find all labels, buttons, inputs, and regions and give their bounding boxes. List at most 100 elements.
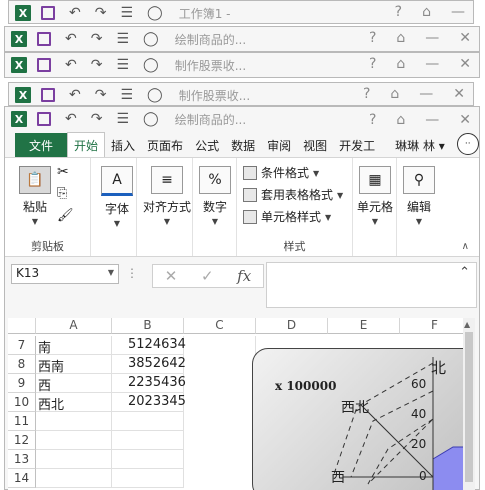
minimize-icon[interactable]: —	[451, 4, 465, 20]
cell-b13[interactable]	[112, 450, 184, 469]
row-header[interactable]: 8	[8, 355, 36, 374]
row-header[interactable]: 9	[8, 374, 36, 393]
conditional-format-button[interactable]: 条件格式 ▼	[243, 164, 319, 181]
avatar[interactable]: ··	[456, 133, 479, 155]
background-window-1[interactable]: X ↶ ↷ ☰ ◯ 工作簿1 - ? ⌂ —	[8, 0, 474, 24]
form-icon[interactable]: ☰	[116, 111, 129, 127]
cell-styles-button[interactable]: 单元格样式 ▼	[243, 208, 331, 225]
circle-icon[interactable]: ◯	[147, 87, 163, 103]
save-icon[interactable]	[41, 88, 55, 102]
cell-b14[interactable]	[112, 469, 184, 488]
cell-b8[interactable]: 3852642	[112, 355, 186, 374]
circle-icon[interactable]: ◯	[143, 31, 159, 47]
minimize-icon[interactable]: —	[425, 30, 439, 46]
worksheet-grid[interactable]: A B C D E F 7 8 9 10 11 12 13 14 南 51246…	[8, 318, 470, 490]
help-icon[interactable]: ?	[369, 30, 376, 46]
tab-data[interactable]: 数据	[225, 133, 261, 157]
restore-icon[interactable]: ⌂	[396, 30, 405, 46]
alignment-button[interactable]: ≡ 对齐方式 ▼	[141, 166, 193, 226]
column-header[interactable]: D	[256, 318, 328, 334]
column-header[interactable]: A	[36, 318, 112, 334]
cut-icon[interactable]: ✂	[57, 164, 69, 180]
redo-icon[interactable]: ↷	[91, 111, 103, 127]
row-header[interactable]: 14	[8, 469, 36, 488]
help-icon[interactable]: ?	[395, 4, 402, 20]
form-icon[interactable]: ☰	[120, 5, 133, 21]
cells-button[interactable]: ▦ 单元格 ▼	[353, 166, 397, 226]
restore-icon[interactable]: ⌂	[396, 112, 405, 128]
select-all-corner[interactable]	[8, 318, 36, 334]
redo-icon[interactable]: ↷	[95, 5, 107, 21]
save-icon[interactable]	[41, 6, 55, 20]
tab-review[interactable]: 审阅	[261, 133, 297, 157]
form-icon[interactable]: ☰	[116, 57, 129, 73]
editing-button[interactable]: ⚲ 编辑 ▼	[397, 166, 441, 226]
expand-formula-icon[interactable]: ⌃	[459, 265, 470, 280]
cell-a11[interactable]	[36, 412, 112, 431]
help-icon[interactable]: ?	[369, 112, 376, 128]
number-button[interactable]: % 数字 ▼	[193, 166, 237, 226]
redo-icon[interactable]: ↷	[91, 57, 103, 73]
help-icon[interactable]: ?	[363, 86, 370, 102]
user-name[interactable]: 琳琳 林 ▾	[389, 133, 451, 157]
column-header[interactable]: C	[184, 318, 256, 334]
scrollbar-thumb[interactable]	[465, 332, 473, 482]
row-header[interactable]: 10	[8, 393, 36, 412]
column-header[interactable]: E	[328, 318, 400, 334]
undo-icon[interactable]: ↶	[69, 5, 81, 21]
help-icon[interactable]: ?	[369, 56, 376, 72]
undo-icon[interactable]: ↶	[65, 31, 77, 47]
background-window-4[interactable]: X ↶ ↷ ☰ ◯ 制作股票收... ? ⌂ — ✕	[8, 82, 474, 106]
vertical-scrollbar[interactable]: ▲	[463, 318, 475, 490]
font-button[interactable]: A 字体 ▼	[95, 166, 139, 228]
row-header[interactable]: 13	[8, 450, 36, 469]
tab-home[interactable]: 开始	[67, 132, 106, 157]
tab-developer[interactable]: 开发工	[333, 133, 381, 157]
undo-icon[interactable]: ↶	[65, 57, 77, 73]
minimize-icon[interactable]: —	[419, 86, 433, 102]
background-window-2[interactable]: X ↶ ↷ ☰ ◯ 绘制商品的... ? ⌂ — ✕	[4, 26, 480, 52]
circle-icon[interactable]: ◯	[147, 5, 163, 21]
cell-a8[interactable]: 西南	[36, 355, 112, 375]
undo-icon[interactable]: ↶	[69, 87, 81, 103]
cell-a9[interactable]: 西	[36, 374, 112, 394]
name-box[interactable]: K13 ▼	[11, 264, 119, 284]
insert-function-icon[interactable]: fx	[237, 267, 251, 285]
cancel-icon[interactable]: ✕	[165, 267, 178, 285]
close-icon[interactable]: ✕	[459, 112, 471, 128]
format-painter-icon[interactable]: 🖌	[57, 208, 74, 223]
undo-icon[interactable]: ↶	[65, 111, 77, 127]
cell-b11[interactable]	[112, 412, 184, 431]
restore-icon[interactable]: ⌂	[396, 56, 405, 72]
radar-chart[interactable]: x 100000 60 40 20 0 北 西北 西	[252, 348, 470, 490]
close-icon[interactable]: ✕	[459, 56, 471, 72]
save-icon[interactable]	[37, 112, 51, 126]
circle-icon[interactable]: ◯	[143, 111, 159, 127]
form-icon[interactable]: ☰	[120, 87, 133, 103]
tab-insert[interactable]: 插入	[105, 133, 141, 157]
column-header[interactable]: B	[112, 318, 184, 334]
cell-a10[interactable]: 西北	[36, 393, 112, 413]
row-header[interactable]: 7	[8, 336, 36, 355]
copy-icon[interactable]: ⎘	[57, 186, 67, 201]
cell-b10[interactable]: 2023345	[112, 393, 186, 412]
tab-view[interactable]: 视图	[297, 133, 333, 157]
row-header[interactable]: 12	[8, 431, 36, 450]
enter-icon[interactable]: ✓	[201, 267, 214, 285]
tab-file[interactable]: 文件	[15, 133, 68, 157]
tab-formulas[interactable]: 公式	[189, 133, 225, 157]
collapse-ribbon-icon[interactable]: ∧	[462, 241, 469, 252]
cell-a7[interactable]: 南	[36, 336, 112, 356]
cell-a12[interactable]	[36, 431, 112, 450]
cell-b9[interactable]: 2235436	[112, 374, 186, 393]
chevron-down-icon[interactable]: ▼	[108, 268, 114, 277]
redo-icon[interactable]: ↷	[95, 87, 107, 103]
redo-icon[interactable]: ↷	[91, 31, 103, 47]
background-window-3[interactable]: X ↶ ↷ ☰ ◯ 制作股票收... ? ⌂ — ✕	[4, 52, 480, 78]
save-icon[interactable]	[37, 58, 51, 72]
minimize-icon[interactable]: —	[425, 56, 439, 72]
formula-input[interactable]: ⌃	[266, 262, 477, 308]
scroll-up-icon[interactable]: ▲	[464, 320, 470, 329]
circle-icon[interactable]: ◯	[143, 57, 159, 73]
paste-button[interactable]: 📋 粘贴 ▼	[13, 166, 57, 226]
